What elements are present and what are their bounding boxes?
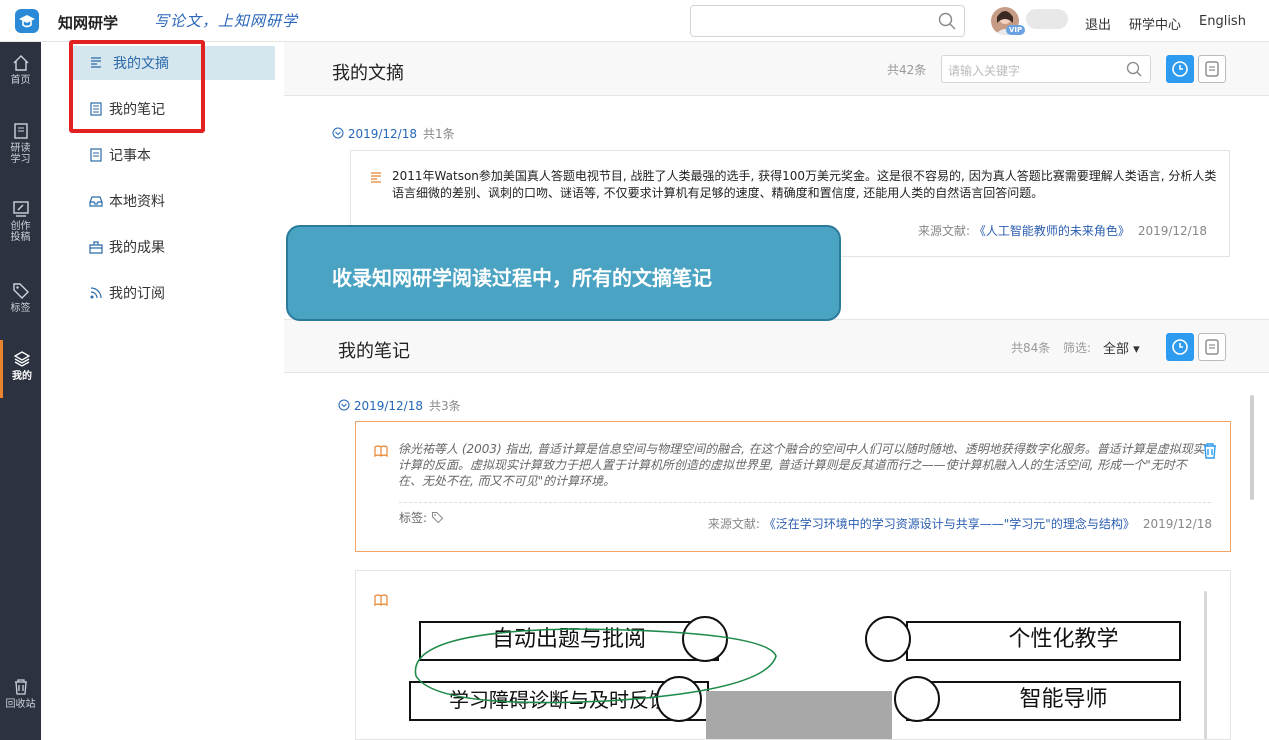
briefcase-icon [89,241,103,254]
robot-icon [865,616,911,662]
submenu-label: 我的订阅 [109,286,165,302]
robot-icon [894,676,940,722]
username[interactable] [1026,9,1068,29]
diagram-box-personalized: 个性化教学 [906,621,1181,661]
sidebar-label: 标签 [10,303,31,314]
sidebar-label: 回收站 [5,699,36,710]
list-view-button[interactable] [1198,55,1226,83]
english-link[interactable]: English [1199,14,1246,29]
submenu-label: 本地资料 [109,194,165,210]
note-source: 来源文献: 《泛在学习环境中的学习资源设计与共享——"学习元"的理念与结构》 20… [707,517,1212,531]
sidebar-item-study[interactable]: 研读学习 [0,122,41,165]
image-note-card[interactable]: 自动出题与批阅 个性化教学 学习障碍诊断与及时反馈 智能导师 [355,570,1231,740]
tag-icon [431,511,444,524]
trash-icon [14,679,27,695]
digest-icon [371,172,381,183]
digest-header: 我的文摘 共42条 请输入关键字 [284,42,1269,96]
sidebar-label: 我的 [12,371,32,382]
book-icon [13,123,28,139]
list-view-button[interactable] [1198,333,1226,361]
list-icon [1205,339,1219,355]
time-view-button[interactable] [1166,333,1194,361]
highlight-annotation-box [69,40,205,133]
digest-count: 共42条 [887,63,927,77]
brand-slogan: 写论文，上知网研学 [154,12,299,30]
notes-group-date[interactable]: 2019/12/18 共3条 [338,397,461,414]
rss-icon [90,287,102,299]
sub-menu: 我的文摘 我的笔记 记事本 本地资料 我的成果 我的订阅 [41,42,284,740]
sidebar-label: 首页 [10,75,31,86]
handwritten-circle [414,628,777,704]
home-icon [13,55,28,71]
sidebar-item-home[interactable]: 首页 [0,54,41,86]
submenu-item-results[interactable]: 我的成果 [89,230,295,264]
keyword-placeholder: 请输入关键字 [948,64,1021,78]
filter-label: 筛选: [1063,341,1092,355]
open-book-icon [374,445,388,458]
callout-annotation: 收录知网研学阅读过程中，所有的文摘笔记 [286,225,841,321]
submenu-item-subscribe[interactable]: 我的订阅 [89,276,295,310]
main-content: 我的文摘 共42条 请输入关键字 2019/12/18 共1条 2011年Wats… [284,42,1269,740]
edit-icon [12,201,29,217]
chevron-down-icon [332,127,344,139]
chevron-down-icon [338,399,350,411]
submenu-item-local[interactable]: 本地资料 [89,184,295,218]
notes-title: 我的笔记 [338,341,410,362]
tag-icon [12,283,29,299]
submenu-item-notepad[interactable]: 记事本 [89,138,295,172]
sidebar-label: 创作投稿 [10,221,31,243]
keyword-search-input[interactable]: 请输入关键字 [941,55,1151,83]
submenu-label: 我的成果 [109,240,165,256]
note-text: 徐光祐等人 (2003) 指出, 普适计算是信息空间与物理空间的融合, 在这个融… [398,442,1205,488]
filter-dropdown[interactable]: 全部 ▾ [1103,338,1140,357]
notepad-icon [90,148,102,162]
sidebar-item-create[interactable]: 创作投稿 [0,200,41,243]
submenu-label: 记事本 [109,148,151,164]
search-icon[interactable] [1126,61,1142,77]
vip-badge: VIP [1006,25,1026,35]
note-card[interactable]: 徐光祐等人 (2003) 指出, 普适计算是信息空间与物理空间的融合, 在这个融… [355,421,1231,552]
digest-source-link[interactable]: 《人工智能教师的未来角色》 [974,224,1130,238]
diagram-box-tutor: 智能导师 [906,681,1181,721]
search-icon[interactable] [938,12,956,30]
logout-link[interactable]: 退出 [1085,14,1111,33]
list-icon [1205,61,1219,77]
notes-count: 共84条 [1011,341,1051,355]
sidebar-label: 研读学习 [10,143,31,165]
main-sidebar: 首页 研读学习 创作投稿 标签 我的 回收站 [0,42,41,740]
logo-icon[interactable] [15,9,39,33]
note-source-link[interactable]: 《泛在学习环境中的学习资源设计与共享——"学习元"的理念与结构》 [764,517,1135,531]
image-scrollbar[interactable] [1204,591,1207,739]
digest-group-date[interactable]: 2019/12/18 共1条 [332,125,455,142]
inbox-icon [89,196,103,207]
global-search-input[interactable] [690,5,965,37]
digest-source: 来源文献: 《人工智能教师的未来角色》 2019/12/18 [917,224,1207,238]
time-view-button[interactable] [1166,55,1194,83]
sidebar-item-mine[interactable]: 我的 [0,340,41,398]
clock-icon [1172,61,1188,77]
note-tags[interactable]: 标签: [399,509,444,526]
digest-title: 我的文摘 [332,63,404,84]
trash-icon[interactable] [1202,443,1218,459]
study-center-link[interactable]: 研学中心 [1129,14,1181,33]
brand-name[interactable]: 知网研学 [58,12,118,33]
sidebar-item-trash[interactable]: 回收站 [0,678,41,710]
notes-header: 我的笔记 共84条 筛选: 全部 ▾ [284,319,1269,373]
top-bar: 知网研学 写论文，上知网研学 VIP 退出 研学中心 English [0,0,1269,42]
divider [399,502,1211,503]
open-book-icon [374,594,388,607]
layers-icon [13,351,31,367]
digest-text: 2011年Watson参加美国真人答题电视节目, 战胜了人类最强的选手, 获得1… [392,169,1217,200]
clock-icon [1172,339,1188,355]
sidebar-item-tags[interactable]: 标签 [0,282,41,314]
main-scrollbar[interactable] [1250,395,1254,500]
